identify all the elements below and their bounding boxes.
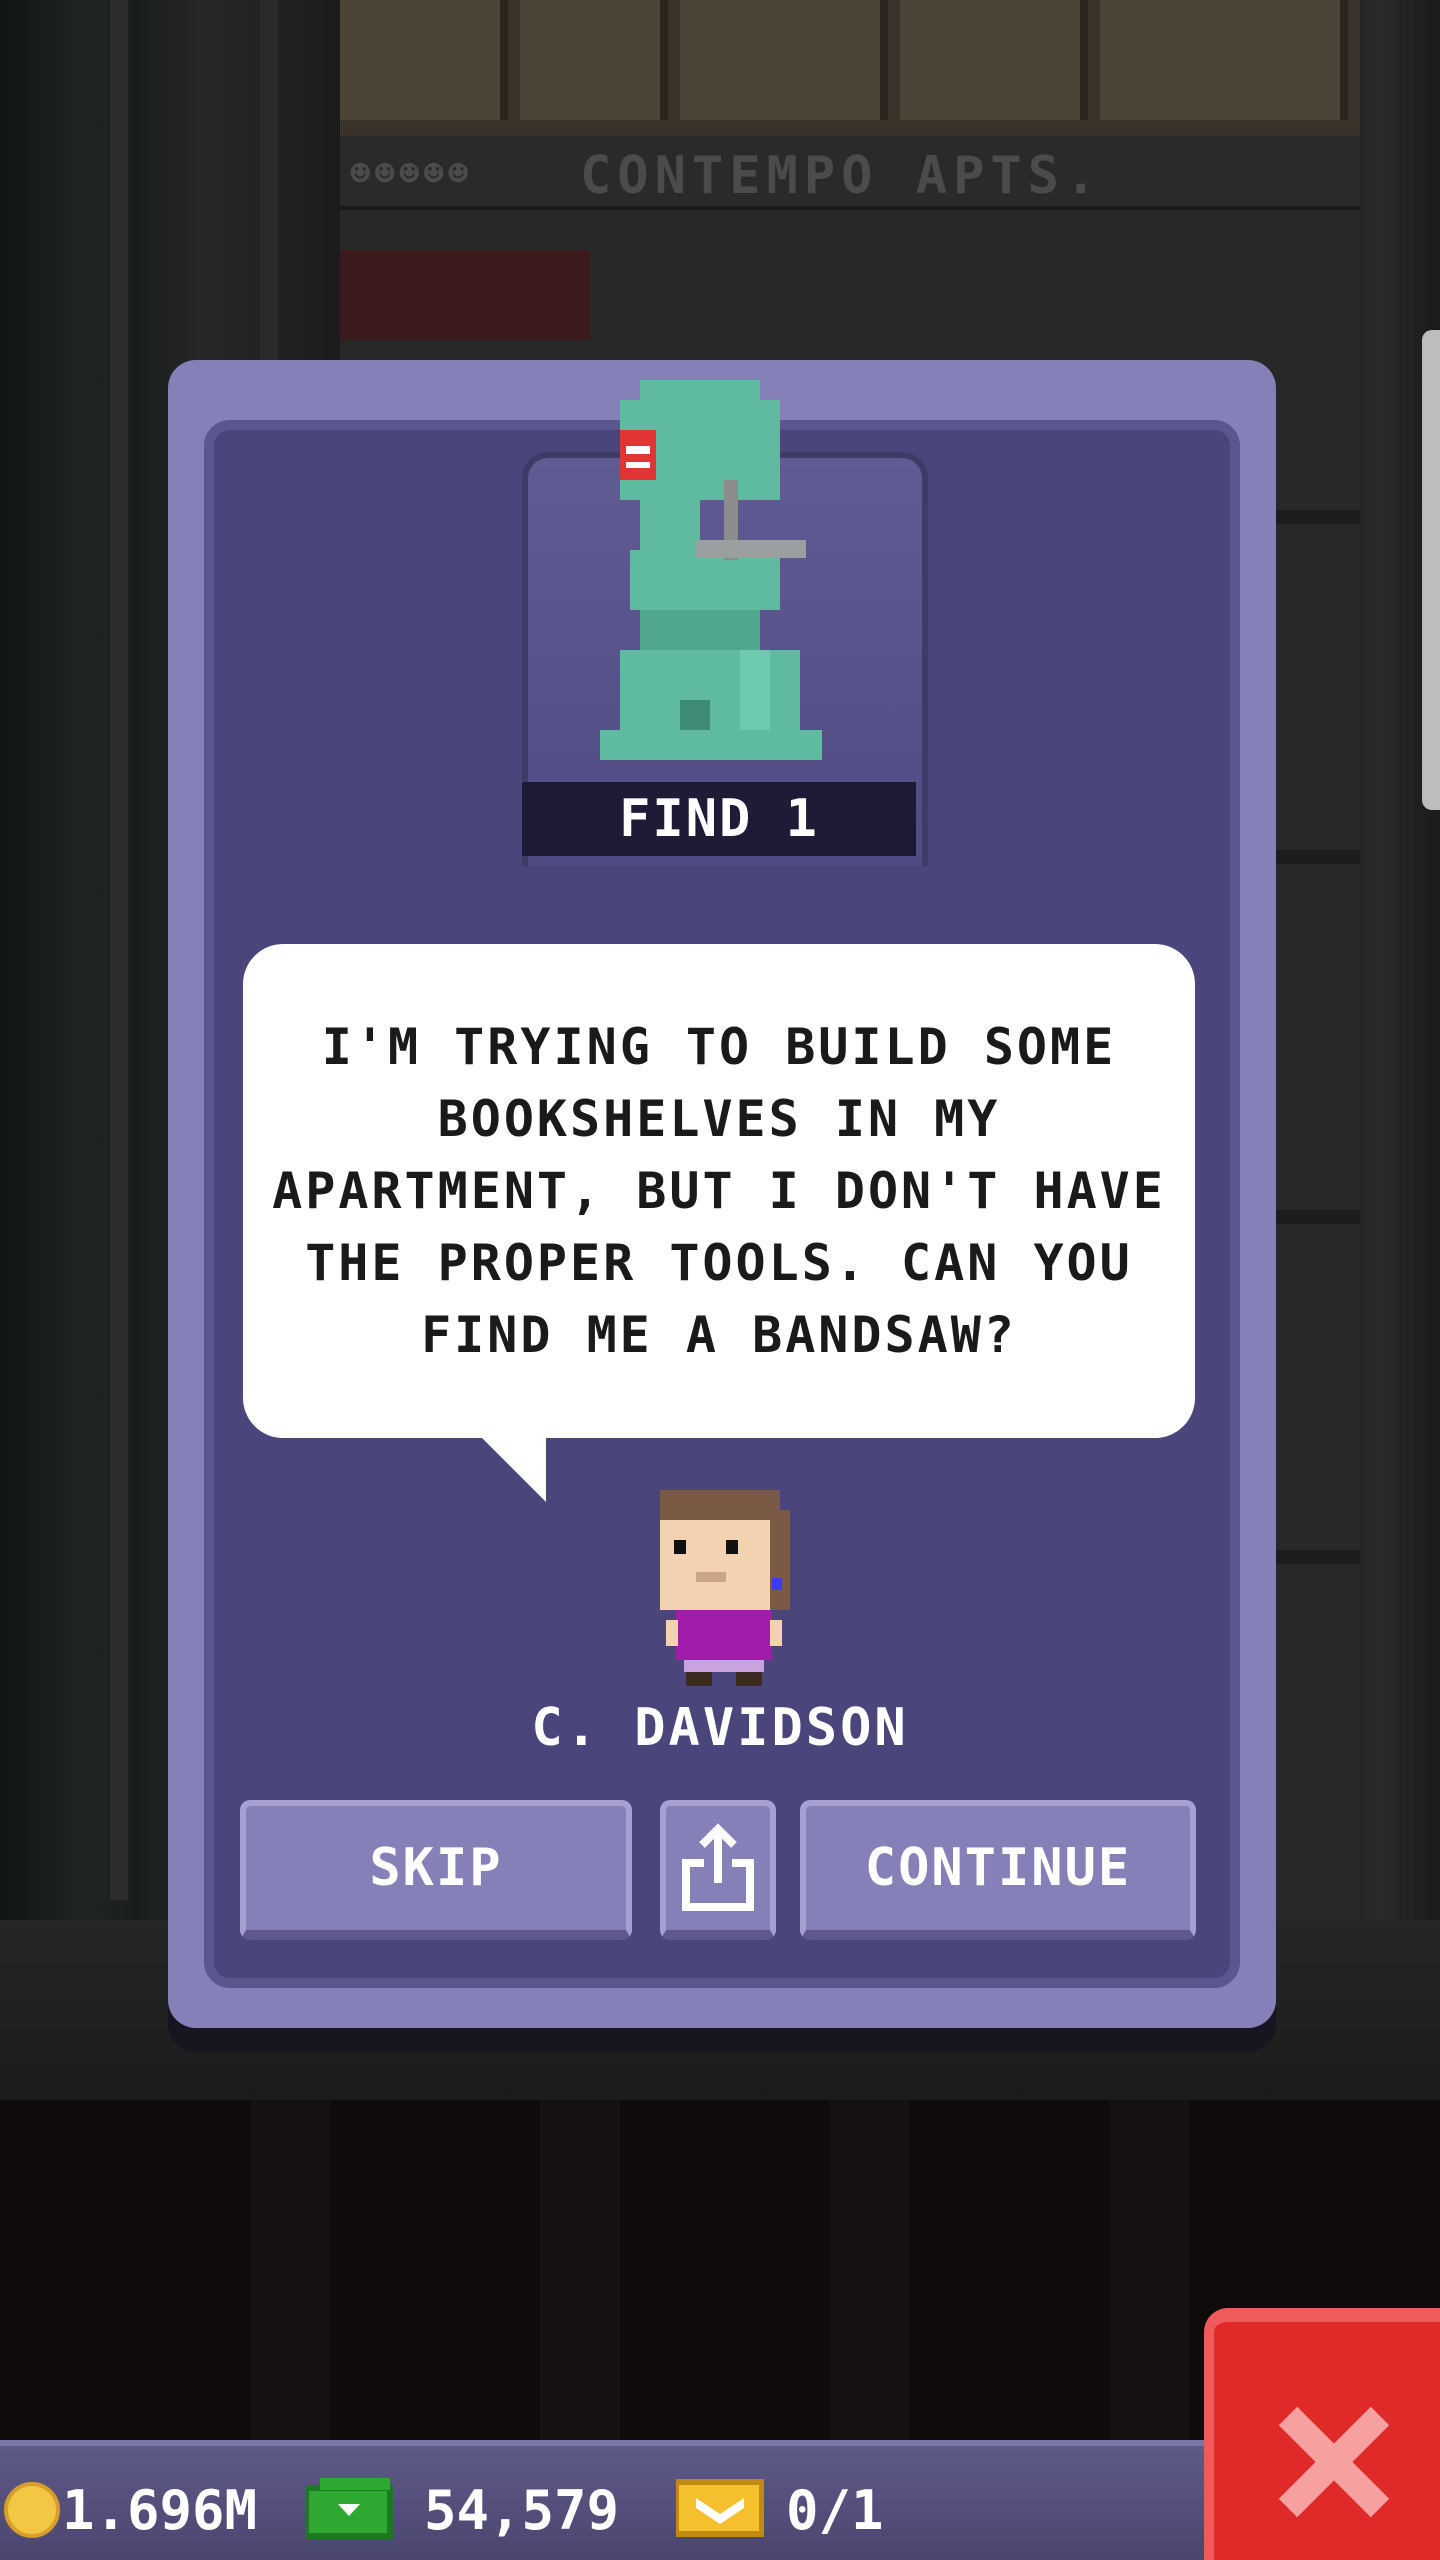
side-scroll-handle[interactable] [1422,330,1440,810]
npc-name: C. DAVIDSON [531,1698,909,1758]
share-icon [682,1823,754,1911]
coin-count: 1.696M [62,2478,258,2542]
coin-icon [4,2482,60,2538]
skip-button[interactable]: SKIP [240,1800,632,1940]
bux-count: 54,579 [424,2478,620,2542]
cash-icon [306,2478,393,2539]
bandsaw-icon [600,380,822,760]
speech-bubble-tail [480,1436,546,1502]
continue-button[interactable]: CONTINUE [800,1800,1196,1940]
floor-top [340,0,1360,130]
npc-avatar [660,1490,790,1686]
ticket-count: 0/1 [786,2478,884,2542]
quest-message: I'M TRYING TO BUILD SOME BOOKSHELVES IN … [272,1018,1166,1364]
close-icon [1278,2406,1390,2518]
game-screen: ☻☻☻☻☻ CONTEMPO APTS. FIND 1 I'M TRYING T… [0,0,1440,2560]
floor-sign: ☻☻☻☻☻ CONTEMPO APTS. [340,130,1360,212]
sign-residents: ☻☻☻☻☻ [350,154,473,194]
golden-ticket-icon [676,2479,764,2537]
building-name: CONTEMPO APTS. [580,146,1103,206]
share-button[interactable] [660,1800,776,1940]
objective-label: FIND 1 [522,782,916,856]
close-button[interactable] [1204,2308,1440,2560]
